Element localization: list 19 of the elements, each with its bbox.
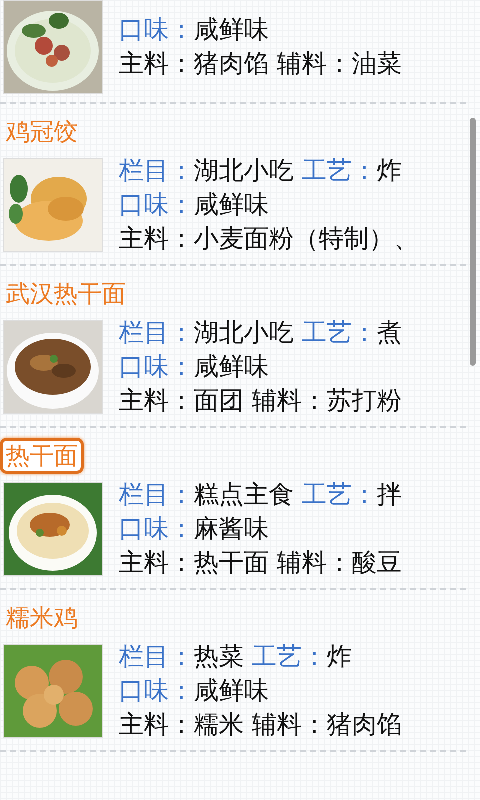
info-line: 栏目：热菜 工艺：炸 (119, 641, 353, 673)
info-line: 口味：咸鲜味 (119, 675, 270, 707)
info-line: 口味：麻酱味 (119, 513, 270, 545)
info-line: 主料：猪肉馅 辅料：油菜 (119, 48, 402, 80)
dish-title[interactable]: 糯米鸡 (0, 600, 84, 636)
dish-title[interactable]: 热干面 (0, 438, 84, 474)
info-line: 栏目：糕点主食 工艺：拌 (119, 479, 402, 511)
info-line: 栏目：湖北小吃 工艺：煮 (119, 317, 402, 349)
info-line: 栏目：湖北小吃 工艺：炸 (119, 155, 403, 187)
info-line: 主料：热干面 辅料：酸豆 (119, 547, 402, 579)
info-line: 口味：咸鲜味 (119, 14, 270, 46)
dish-title[interactable]: 武汉热干面 (0, 276, 132, 312)
info-line: 主料：面团 辅料：苏打粉 (119, 385, 402, 417)
info-line: 口味：咸鲜味 (119, 189, 270, 221)
info-line: 主料：小麦面粉（特制）、 (119, 223, 419, 255)
dish-title[interactable]: 鸡冠饺 (0, 114, 84, 150)
scrollbar[interactable] (470, 118, 476, 366)
info-line: 主料：糯米 辅料：猪肉馅 (119, 709, 402, 741)
info-line: 口味：咸鲜味 (119, 351, 270, 383)
